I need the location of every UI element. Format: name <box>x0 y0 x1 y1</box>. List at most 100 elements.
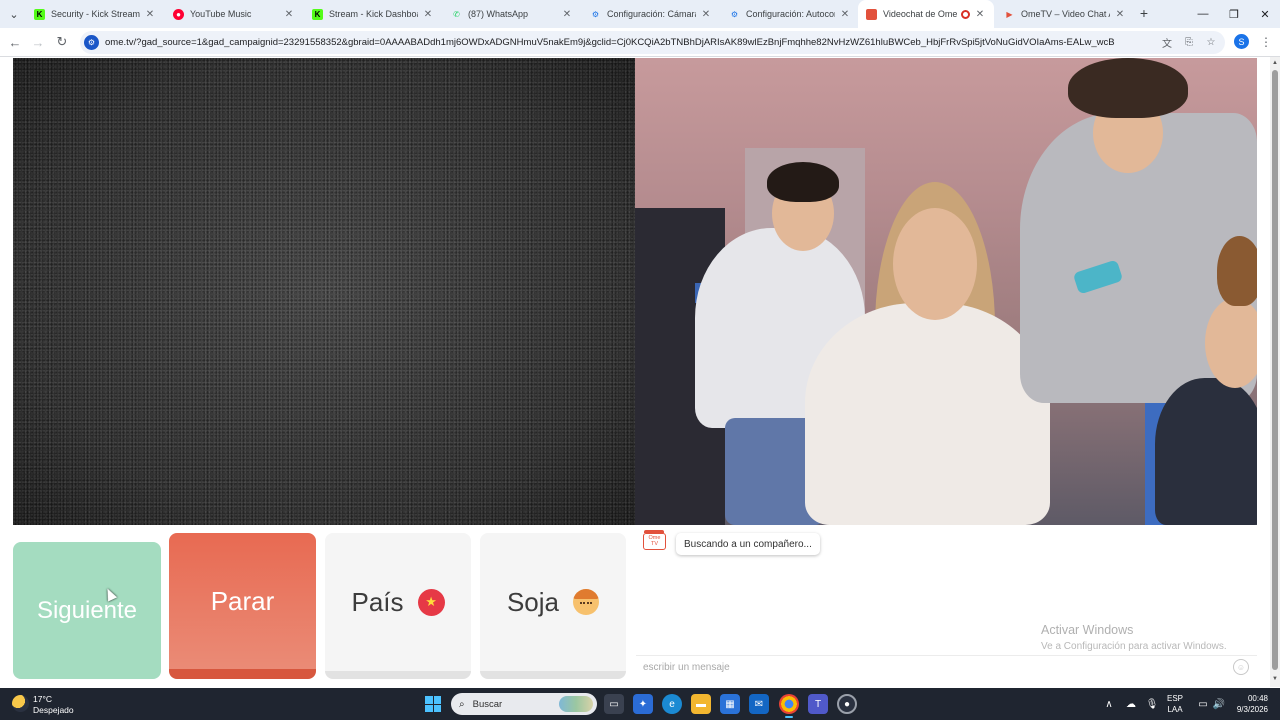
browser-tab[interactable]: ✆ (87) WhatsApp ✕ <box>443 0 581 28</box>
translate-icon[interactable]: 文 <box>1159 35 1175 51</box>
edge-icon[interactable]: e <box>662 694 682 714</box>
volume-icon[interactable]: 🔊 <box>1212 697 1226 711</box>
reload-icon[interactable]: ↻ <box>53 33 71 51</box>
tab-title: Videochat de OmeTV <box>883 9 957 19</box>
scroll-down-arrow-icon[interactable]: ▼ <box>1271 676 1279 682</box>
person-right-hair <box>1217 236 1257 306</box>
chrome-icon[interactable] <box>779 694 799 718</box>
stop-button-label: Parar <box>210 585 275 616</box>
url-text[interactable]: ome.tv/?gad_source=1&gad_campaignid=2329… <box>105 37 1159 48</box>
activate-windows-title: Activar Windows <box>1041 623 1134 637</box>
language-indicator[interactable]: ESP LAA <box>1167 693 1183 715</box>
play-icon: ▶ <box>1006 9 1013 19</box>
weather-temperature[interactable]: 17°C <box>33 694 52 704</box>
task-view-icon[interactable]: ▭ <box>604 694 624 714</box>
person-right-face <box>1205 298 1257 388</box>
new-tab-button[interactable]: + <box>1135 4 1153 22</box>
obs-icon[interactable]: ● <box>837 694 857 714</box>
address-bar[interactable]: ⚙ ome.tv/?gad_source=1&gad_campaignid=23… <box>80 31 1225 54</box>
keyboard-layout: LAA <box>1167 705 1183 714</box>
search-icon: ⌕ <box>459 698 465 710</box>
outlook-icon[interactable]: ✉ <box>749 694 769 714</box>
tab-close-icon[interactable]: ✕ <box>561 9 573 20</box>
stop-button[interactable]: Parar <box>169 533 316 679</box>
system-clock[interactable]: 00:48 9/3/2026 <box>1228 693 1268 715</box>
browser-tab[interactable]: Videochat de OmeTV ✕ <box>858 0 994 28</box>
file-explorer-icon[interactable]: ▬ <box>691 694 711 714</box>
tab-close-icon[interactable]: ✕ <box>144 9 156 20</box>
tab-close-icon[interactable]: ✕ <box>974 9 986 20</box>
recording-indicator-icon <box>961 9 970 19</box>
person-boy-hair <box>767 162 839 202</box>
browser-tab[interactable]: ▶ OmeTV – Video Chat Alte ✕ <box>996 0 1134 28</box>
browser-tab[interactable]: ● YouTube Music ✕ <box>165 0 303 28</box>
tab-title: Stream - Kick Dashboard <box>329 9 418 19</box>
tab-close-icon[interactable]: ✕ <box>839 9 851 20</box>
copilot-icon[interactable]: ✦ <box>633 694 653 714</box>
microsoft-store-icon[interactable]: ▦ <box>720 694 740 714</box>
forward-arrow-icon[interactable]: → <box>29 33 47 51</box>
browser-menu-icon[interactable]: ⋮ <box>1259 34 1273 50</box>
gender-button-label: Soja <box>506 586 560 617</box>
china-flag-icon: ★ <box>417 588 445 616</box>
taskbar-search-box[interactable]: ⌕ Buscar <box>451 693 597 715</box>
bookmark-star-icon[interactable]: ☆ <box>1203 35 1219 51</box>
youtube-music-icon: ● <box>173 8 184 20</box>
tab-close-icon[interactable]: ✕ <box>700 9 712 20</box>
next-button[interactable]: Siguiente <box>13 542 161 679</box>
browser-tab[interactable]: K Stream - Kick Dashboard ✕ <box>304 0 442 28</box>
local-camera-video <box>13 58 635 525</box>
kick-icon: K <box>34 8 45 20</box>
close-window-button[interactable]: ✕ <box>1250 0 1280 28</box>
tab-title: OmeTV – Video Chat Alte <box>1021 9 1110 19</box>
person-right-shirt <box>1155 378 1257 525</box>
kick-icon: K <box>312 8 323 20</box>
install-app-icon[interactable]: ⎘ <box>1181 35 1197 51</box>
language-code: ESP <box>1167 694 1184 703</box>
activate-windows-subtitle: Ve a Configuración para activar Windows. <box>1041 641 1227 652</box>
tab-close-icon[interactable]: ✕ <box>283 9 295 20</box>
browser-toolbar: ← → ↻ ⚙ ome.tv/?gad_source=1&gad_campaig… <box>0 28 1280 57</box>
minimize-button[interactable]: — <box>1188 0 1218 28</box>
gear-icon: ⚙ <box>591 9 600 19</box>
windows-taskbar: 17°C Despejado ⌕ Buscar ▭ ✦ e ▬ ▦ ✉ T ● … <box>0 688 1280 720</box>
moon-weather-icon[interactable] <box>12 695 29 712</box>
tray-chevron-up-icon[interactable]: ∧ <box>1102 697 1116 711</box>
windows-start-icon[interactable] <box>425 696 441 712</box>
tab-title: (87) WhatsApp <box>468 9 529 19</box>
person-standing-hair <box>1068 58 1188 118</box>
tab-close-icon[interactable]: ✕ <box>422 9 434 20</box>
profile-avatar[interactable]: S <box>1234 34 1249 49</box>
network-icon[interactable]: ▭ <box>1196 697 1210 711</box>
search-highlight-image <box>559 696 593 712</box>
browser-tab[interactable]: ⚙ Configuración: Cámara ✕ <box>582 0 720 28</box>
gear-icon: ⚙ <box>730 9 739 19</box>
weather-description[interactable]: Despejado <box>33 705 74 715</box>
tab-search-chevron-icon[interactable]: ⌄ <box>4 4 24 24</box>
whatsapp-icon: ✆ <box>453 9 460 19</box>
logo-text-tv: TV <box>650 540 659 547</box>
gender-filter-button[interactable]: Soja <box>480 533 626 679</box>
microphone-icon[interactable]: 🎙 <box>1145 697 1159 711</box>
next-button-label: Siguiente <box>36 596 138 624</box>
teams-icon[interactable]: T <box>808 694 828 714</box>
restore-button[interactable]: ❐ <box>1219 0 1249 28</box>
onedrive-cloud-icon[interactable]: ☁ <box>1124 697 1138 711</box>
scrollbar-thumb[interactable] <box>1272 70 1278 670</box>
tab-title: Configuración: Cámara <box>607 9 696 19</box>
tab-close-icon[interactable]: ✕ <box>1114 9 1126 20</box>
site-info-icon[interactable]: ⚙ <box>84 35 99 50</box>
scroll-up-arrow-icon[interactable]: ▲ <box>1271 60 1279 66</box>
boy-emoji-icon <box>573 589 600 615</box>
clock-time: 00:48 <box>1247 694 1268 703</box>
smiley-icon[interactable]: ☺ <box>1233 659 1249 675</box>
search-label: Buscar <box>472 698 503 710</box>
chat-panel: Ome TV Buscando a un compañero... Activa… <box>636 525 1257 685</box>
ometv-page: Siguiente Parar País ★ Soja Ome TV Busca… <box>0 57 1270 687</box>
browser-tab[interactable]: K Security - Kick Streaming ✕ <box>26 0 164 28</box>
country-filter-button[interactable]: País ★ <box>325 533 471 679</box>
ometv-icon <box>866 8 877 20</box>
message-input[interactable]: escribir un mensaje <box>636 655 1257 679</box>
browser-tab[interactable]: ⚙ Configuración: Autocomp ✕ <box>721 0 859 28</box>
back-arrow-icon[interactable]: ← <box>6 33 24 51</box>
